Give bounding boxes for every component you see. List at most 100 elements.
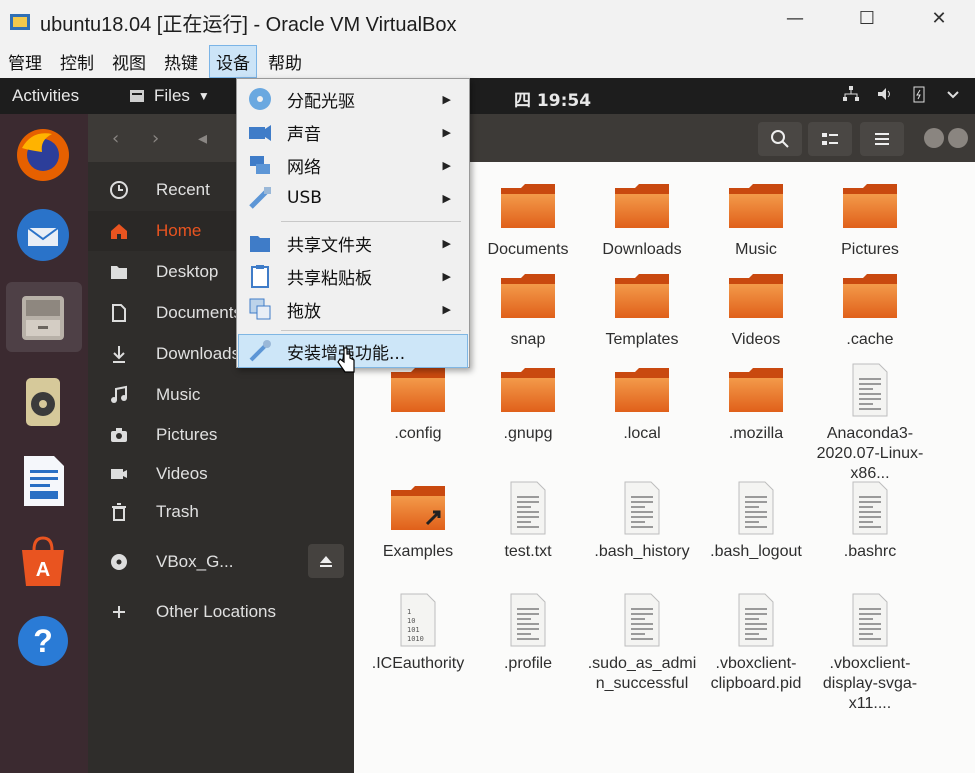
submenu-arrow-icon: ▶ <box>442 158 451 172</box>
back-icon[interactable]: ‹ <box>112 128 119 149</box>
svg-text:?: ? <box>33 623 53 659</box>
files-icon[interactable] <box>12 286 74 348</box>
menu-item-audio[interactable]: 声音 ▶ <box>239 116 467 148</box>
file-name: test.txt <box>504 543 552 560</box>
disc-icon <box>111 554 127 570</box>
minimize-button[interactable]: — <box>759 0 831 36</box>
file-item[interactable]: Videos <box>700 268 812 350</box>
file-item[interactable]: .bash_logout <box>700 480 812 562</box>
ubuntu-software-icon[interactable]: A <box>12 530 74 592</box>
menu-item-usb[interactable]: USB ▶ <box>239 182 467 214</box>
file-item[interactable]: test.txt <box>472 480 584 562</box>
text-file-icon <box>624 593 660 647</box>
file-item[interactable]: Anaconda3-2020.07-Linux-x86... <box>814 362 926 484</box>
file-item[interactable]: .bashrc <box>814 480 926 562</box>
menu-item-drag-drop[interactable]: 拖放 ▶ <box>239 293 467 325</box>
thunderbird-icon[interactable] <box>12 204 74 266</box>
clock-icon <box>110 181 128 199</box>
eject-button[interactable] <box>308 544 344 578</box>
folder-icon <box>501 368 555 412</box>
menu-separator <box>281 330 461 331</box>
sidebar-item-pictures[interactable]: Pictures <box>88 415 354 455</box>
menu-item-network[interactable]: 网络 ▶ <box>239 149 467 181</box>
file-item[interactable]: snap <box>472 268 584 350</box>
app-menu-label: Files <box>154 86 190 105</box>
file-name: Templates <box>605 331 679 348</box>
menu-help[interactable]: 帮助 <box>262 46 308 77</box>
menu-item-optical-drive[interactable]: 分配光驱 ▶ <box>239 83 467 115</box>
file-item[interactable]: .cache <box>814 268 926 350</box>
install-additions-icon <box>249 340 271 362</box>
sidebar-item-label: Recent <box>156 180 210 199</box>
sidebar-item-videos[interactable]: Videos <box>88 454 354 494</box>
libreoffice-writer-icon[interactable] <box>12 450 74 512</box>
plus-icon <box>113 606 125 618</box>
menu-item-label: USB <box>287 188 322 208</box>
file-item[interactable]: .vboxclient-display-svga-x11.... <box>814 592 926 714</box>
sidebar-item-vbox-disc[interactable]: VBox_G... <box>88 542 354 582</box>
devices-dropdown-menu: 分配光驱 ▶ 声音 ▶ 网络 ▶ USB ▶ 共享文件夹 ▶ 共享粘贴板 ▶ 拖… <box>236 78 470 368</box>
rhythmbox-icon[interactable] <box>12 370 74 432</box>
menu-item-label: 网络 <box>287 157 321 178</box>
file-item[interactable]: Pictures <box>814 178 926 260</box>
close-icon: ✕ <box>931 7 947 29</box>
menu-item-shared-folders[interactable]: 共享文件夹 ▶ <box>239 227 467 259</box>
file-item[interactable]: .config <box>362 362 474 444</box>
system-tray[interactable] <box>841 84 963 104</box>
volume-icon <box>878 88 890 100</box>
file-item[interactable]: .bash_history <box>586 480 698 562</box>
sidebar-item-other-locations[interactable]: Other Locations <box>88 592 354 632</box>
sidebar-item-label: Pictures <box>156 425 218 444</box>
forward-icon[interactable]: › <box>152 128 159 149</box>
view-toggle-button[interactable] <box>808 122 852 156</box>
file-item[interactable]: Documents <box>472 178 584 260</box>
window-title: ubuntu18.04 [正在运行] - Oracle VM VirtualBo… <box>40 13 457 36</box>
file-item[interactable]: Downloads <box>586 178 698 260</box>
shared-folder-icon <box>250 236 270 252</box>
clipboard-icon <box>251 265 269 288</box>
sidebar-item-trash[interactable]: Trash <box>88 492 354 532</box>
chevron-down-icon: ▼ <box>197 89 210 103</box>
file-name: Documents <box>487 241 569 258</box>
firefox-icon[interactable] <box>12 124 74 186</box>
eject-icon <box>320 556 332 567</box>
file-item[interactable]: Examples <box>362 480 474 562</box>
file-item[interactable]: .profile <box>472 592 584 674</box>
menu-item-label: 声音 <box>287 124 321 145</box>
maximize-button[interactable]: ☐ <box>831 0 903 36</box>
sidebar-item-music[interactable]: Music <box>88 375 354 415</box>
minimize-window-dot[interactable] <box>924 128 944 148</box>
file-item[interactable]: Music <box>700 178 812 260</box>
file-name: .bash_history <box>594 543 690 560</box>
menu-manage[interactable]: 管理 <box>2 46 48 77</box>
search-button[interactable] <box>758 122 802 156</box>
folder-icon <box>729 274 783 318</box>
close-button[interactable]: ✕ <box>903 0 975 36</box>
app-menu-files[interactable]: Files ▼ <box>128 86 210 106</box>
minimize-icon: — <box>786 7 804 29</box>
file-item[interactable]: .mozilla <box>700 362 812 444</box>
trash-icon <box>112 503 126 521</box>
svg-text:1010: 1010 <box>407 635 424 643</box>
file-item[interactable]: 1 10 101 1010 .ICEauthority <box>362 592 474 674</box>
menu-devices[interactable]: 设备 <box>209 44 257 78</box>
maximize-window-dot[interactable] <box>948 128 968 148</box>
menu-view[interactable]: 视图 <box>106 46 152 77</box>
menu-item-label: 分配光驱 <box>287 91 355 112</box>
activities-button[interactable]: Activities <box>12 86 79 106</box>
help-icon[interactable]: ? <box>12 610 74 672</box>
menu-button[interactable] <box>860 122 904 156</box>
path-left-icon[interactable]: ◂ <box>198 128 207 149</box>
file-item[interactable]: .vboxclient-clipboard.pid <box>700 592 812 694</box>
file-item[interactable]: .gnupg <box>472 362 584 444</box>
menu-item-shared-clipboard[interactable]: 共享粘贴板 ▶ <box>239 260 467 292</box>
menu-control[interactable]: 控制 <box>54 46 100 77</box>
folder-icon <box>391 368 445 412</box>
file-item[interactable]: .local <box>586 362 698 444</box>
menu-hotkeys[interactable]: 热键 <box>158 46 204 77</box>
submenu-arrow-icon: ▶ <box>442 302 451 316</box>
text-file-icon <box>852 363 888 417</box>
file-item[interactable]: Templates <box>586 268 698 350</box>
clock[interactable]: 四 19:54 <box>514 86 591 111</box>
file-item[interactable]: .sudo_as_admin_successful <box>586 592 698 694</box>
